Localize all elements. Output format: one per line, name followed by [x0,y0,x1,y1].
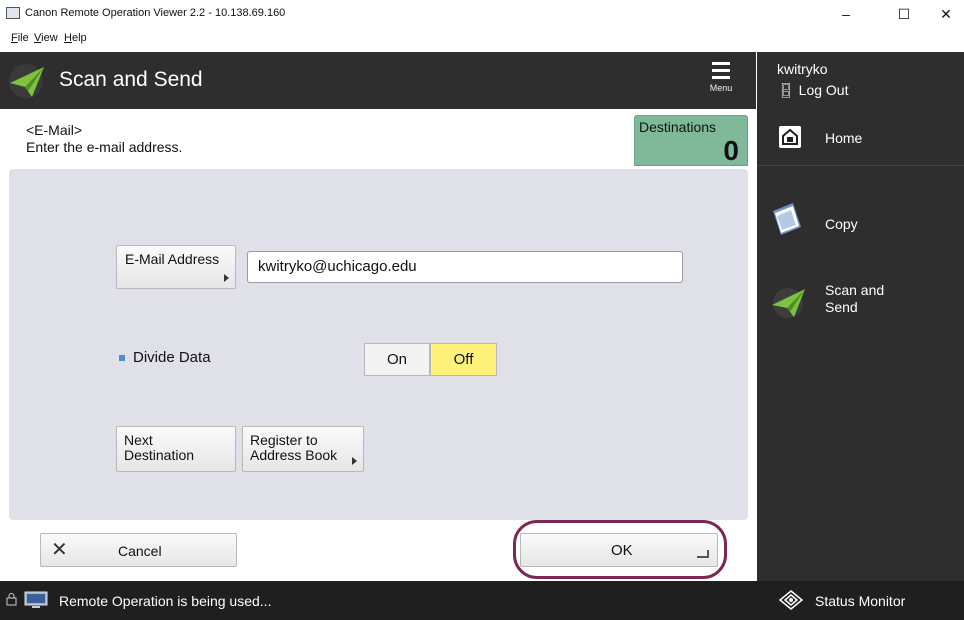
username: kwitryko [777,61,828,77]
bullet-icon [119,355,125,361]
divide-data-label: Divide Data [133,349,211,366]
email-address-button[interactable]: E-Mail Address [116,245,236,289]
status-bar: Remote Operation is being used... Status… [0,581,964,620]
sidebar: Home Copy Scan and Send [757,109,964,581]
ok-button-label: OK [611,542,633,559]
instruction-label: Enter the e-mail address. [26,139,183,155]
cancel-button[interactable]: ✕ Cancel [40,533,237,567]
sidebar-item-home[interactable]: Home [757,109,964,166]
mode-label: <E-Mail> [26,122,83,138]
status-monitor-icon [779,590,803,610]
menu-button-label: Menu [709,83,733,93]
home-icon [779,126,801,148]
status-text: Remote Operation is being used... [59,593,272,609]
sidebar-item-scan-send-label: Scan and Send [825,282,884,316]
logout-icon: 🚪︎ [777,82,795,98]
maximize-button[interactable]: ☐ [884,2,924,26]
register-address-book-button[interactable]: Register to Address Book [242,426,364,472]
remote-pc-icon [24,591,48,608]
next-destination-button[interactable]: Next Destination [116,426,236,472]
hamburger-icon [712,62,730,79]
ok-button[interactable]: OK [520,533,718,567]
destinations-counter[interactable]: Destinations 0 [634,115,748,166]
register-address-book-label: Register to Address Book [250,433,337,463]
destinations-count: 0 [723,135,739,166]
scan-send-logo-icon [9,64,44,98]
scan-send-line1: Scan and [825,282,885,298]
scan-send-line2: Send [825,299,858,315]
email-address-button-label: E-Mail Address [125,251,220,267]
register-line2: Address Book [250,447,338,463]
menu-bar: File View Help [0,28,964,50]
copy-icon [773,203,801,235]
logout-label: Log Out [798,82,849,98]
next-destination-line2: Destination [124,447,195,463]
scan-send-icon [772,288,805,318]
destinations-label: Destinations [639,119,717,135]
sidebar-item-home-label: Home [825,130,863,146]
enter-icon [697,550,709,558]
register-line1: Register to [250,432,318,448]
divide-data-off-button[interactable]: Off [430,343,497,376]
close-icon: ✕ [51,539,68,561]
cancel-button-label: Cancel [118,543,162,559]
menu-help[interactable]: Help [64,32,87,44]
function-header: Scan and Send Menu [0,52,756,109]
menu-button[interactable]: Menu [700,60,742,104]
minimize-button[interactable]: – [826,2,866,26]
close-window-button[interactable]: ✕ [926,2,964,26]
menu-file[interactable]: File [11,32,29,44]
window-titlebar: Canon Remote Operation Viewer 2.2 - 10.1… [0,0,964,28]
status-monitor-label: Status Monitor [815,593,906,609]
page-title: Scan and Send [59,68,203,91]
divide-data-on-button[interactable]: On [364,343,430,376]
main-area: <E-Mail> Enter the e-mail address. Desti… [0,109,756,581]
instruction-text: <E-Mail> Enter the e-mail address. [26,122,182,156]
arrow-right-icon [352,457,357,465]
sidebar-item-copy-label: Copy [825,216,858,232]
sidebar-item-scan-send[interactable]: Scan and Send [757,277,964,327]
arrow-right-icon [224,274,229,282]
lock-icon [6,593,17,606]
app-icon [6,7,20,19]
user-panel: kwitryko 🚪︎ Log Out [757,52,964,109]
logout-button[interactable]: 🚪︎ Log Out [777,82,849,99]
menu-view[interactable]: View [34,32,58,44]
settings-panel: E-Mail Address kwitryko@uchicago.edu Div… [9,169,748,520]
next-destination-line1: Next [124,432,153,448]
next-destination-label: Next Destination [124,433,194,463]
status-monitor-button[interactable]: Status Monitor [757,581,964,620]
email-address-input[interactable]: kwitryko@uchicago.edu [247,251,683,283]
window-title: Canon Remote Operation Viewer 2.2 - 10.1… [25,7,286,19]
sidebar-item-copy[interactable]: Copy [757,199,964,249]
